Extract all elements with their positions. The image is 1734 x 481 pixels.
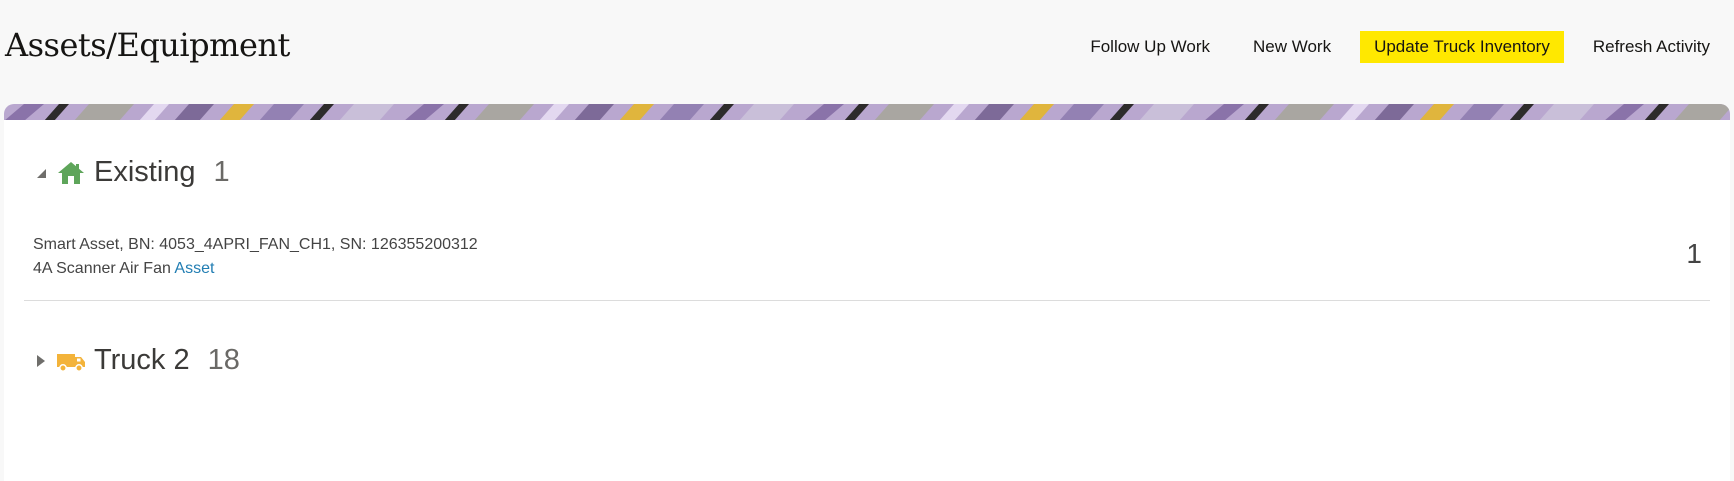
list-item[interactable]: Smart Asset, BN: 4053_4APRI_FAN_CH1, SN:… <box>24 228 1710 301</box>
banner-pattern <box>4 104 1730 121</box>
refresh-activity-button[interactable]: Refresh Activity <box>1579 31 1724 63</box>
asset-description: 4A Scanner Air Fan Asset <box>33 260 214 278</box>
group-count-truck: 18 <box>207 344 240 376</box>
asset-link[interactable]: Asset <box>174 260 214 277</box>
action-bar: Follow Up Work New Work Update Truck Inv… <box>1061 31 1724 63</box>
asset-name: 4A Scanner Air Fan <box>33 260 171 277</box>
follow-up-work-button[interactable]: Follow Up Work <box>1076 31 1224 63</box>
new-work-button[interactable]: New Work <box>1239 31 1345 63</box>
group-title-truck: Truck 2 <box>94 344 190 376</box>
collapse-triangle-icon[interactable] <box>32 164 50 182</box>
group-header-truck[interactable]: Truck 2 18 <box>32 344 240 377</box>
group-title-existing: Existing <box>94 156 196 188</box>
page-title: Assets/Equipment <box>5 26 290 64</box>
update-truck-inventory-button[interactable]: Update Truck Inventory <box>1360 31 1564 63</box>
expand-triangle-icon[interactable] <box>32 352 50 370</box>
decorative-banner <box>4 104 1730 121</box>
asset-quantity: 1 <box>1686 238 1702 269</box>
group-header-existing[interactable]: Existing 1 <box>32 156 230 189</box>
truck-icon <box>56 348 86 374</box>
assets-card: Existing 1 Smart Asset, BN: 4053_4APRI_F… <box>4 120 1730 481</box>
page-header: Assets/Equipment Follow Up Work New Work… <box>0 0 1734 104</box>
group-count-existing: 1 <box>213 156 230 188</box>
home-icon <box>56 160 86 186</box>
asset-details: Smart Asset, BN: 4053_4APRI_FAN_CH1, SN:… <box>33 236 478 253</box>
